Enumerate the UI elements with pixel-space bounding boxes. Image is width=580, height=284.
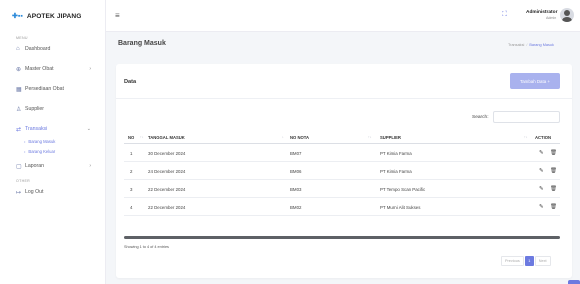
sidebar-item-master-obat[interactable]: ⊕ Master Obat › <box>0 62 105 76</box>
file-icon: ▢ <box>16 163 22 170</box>
breadcrumb: Transaksi / Barang Masuk <box>508 43 554 47</box>
cell-tanggal: 24 December 2024 <box>148 169 186 174</box>
cell-nota: BM07 <box>290 151 302 156</box>
scroll-top-button[interactable] <box>568 280 580 284</box>
cell-no: 3 <box>130 187 133 192</box>
edit-icon[interactable]: ✎ <box>539 186 544 192</box>
sidebar-item-label: Log Out <box>25 189 44 195</box>
sort-icon[interactable]: ↑↓ <box>140 135 144 139</box>
column-header-supplier[interactable]: SUPPLIER <box>380 135 401 140</box>
data-table: NO ↑↓ TANGGAL MASUK ↓ NO NOTA ↑↓ SUPPLIE… <box>124 131 560 216</box>
cell-no: 1 <box>130 151 133 156</box>
sidebar-item-transaksi[interactable]: ⇄ Transaksi ⌄ <box>0 122 105 136</box>
brand[interactable]: ✚▪▪ APOTEK JIPANG <box>0 0 105 32</box>
cell-nota: BM06 <box>290 169 302 174</box>
cell-tanggal: 22 December 2024 <box>148 205 186 210</box>
card-title: Data <box>124 79 137 85</box>
avatar[interactable] <box>560 8 574 22</box>
cell-nota: BM03 <box>290 187 302 192</box>
cell-supplier: PT Tempo Scan Pacific <box>380 187 426 192</box>
sidebar-subitem-barang-keluar[interactable]: Barang Keluar <box>0 146 105 156</box>
trash-icon[interactable]: 🗑 <box>550 186 557 192</box>
chevron-down-icon: ⌄ <box>86 126 91 132</box>
breadcrumb-item-current: Barang Masuk <box>529 43 554 47</box>
sidebar-item-label: Laporan <box>25 163 45 169</box>
column-header-no[interactable]: NO <box>128 135 134 140</box>
sidebar-item-label: Persediaan Obat <box>25 86 64 92</box>
box-icon: ▦ <box>16 86 22 93</box>
chevron-right-icon: › <box>89 66 91 72</box>
column-header-action: ACTION <box>535 135 552 140</box>
pharmacy-logo-icon: ✚▪▪ <box>12 13 23 20</box>
cell-supplier: PT Murni Alit Sukses <box>380 205 421 210</box>
trash-icon[interactable]: 🗑 <box>550 204 557 210</box>
search-label: Search: <box>472 115 489 120</box>
trash-icon[interactable]: 🗑 <box>550 150 557 156</box>
cell-tanggal: 22 December 2024 <box>148 187 186 192</box>
sort-icon[interactable]: ↓ <box>282 135 284 139</box>
breadcrumb-item-transaksi[interactable]: Transaksi <box>508 43 524 47</box>
cell-no: 2 <box>130 169 133 174</box>
edit-icon[interactable]: ✎ <box>539 168 544 174</box>
chevron-right-icon: › <box>89 163 91 169</box>
cell-supplier: PT Kimia Farma <box>380 151 412 156</box>
brand-name: APOTEK JIPANG <box>26 12 82 20</box>
fullscreen-icon[interactable]: ⛶ <box>502 11 507 19</box>
cell-nota: BM02 <box>290 205 302 210</box>
logout-icon: ↦ <box>16 189 22 196</box>
table-row: 1 30 December 2024 BM07 PT Kimia Farma ✎… <box>124 144 560 162</box>
home-icon: ⌂ <box>16 46 20 52</box>
search-input[interactable] <box>493 111 560 123</box>
sidebar-item-label: Master Obat <box>25 66 54 72</box>
edit-icon[interactable]: ✎ <box>539 150 544 156</box>
sidebar-item-supplier[interactable]: ♙ Supplier <box>0 102 105 116</box>
trash-icon[interactable]: 🗑 <box>550 168 557 174</box>
divider <box>116 98 572 99</box>
pagination: Previous 1 Next <box>501 256 551 266</box>
cell-no: 4 <box>130 205 133 210</box>
user-role: Admin <box>546 16 557 20</box>
hamburger-menu-icon[interactable]: ≡ <box>115 11 120 20</box>
sidebar-item-laporan[interactable]: ▢ Laporan › <box>0 159 105 173</box>
sidebar: ✚▪▪ APOTEK JIPANG MENU ⌂ Dashboard ⊕ Mas… <box>0 0 106 284</box>
cell-tanggal: 30 December 2024 <box>148 151 186 156</box>
table-row: 4 22 December 2024 BM02 PT Murni Alit Su… <box>124 198 560 216</box>
sidebar-item-label: Supplier <box>25 106 45 112</box>
page-1-button[interactable]: 1 <box>524 256 534 266</box>
sidebar-item-label: Dashboard <box>25 46 51 52</box>
sidebar-item-label: Transaksi <box>25 126 48 132</box>
horizontal-scrollbar[interactable] <box>124 236 560 239</box>
table-info: Showing 1 to 4 of 4 entries <box>124 245 169 249</box>
user-name[interactable]: Administrator <box>526 10 557 15</box>
add-data-button[interactable]: Tambah Data + <box>510 73 560 89</box>
page-title: Barang Masuk <box>118 40 166 47</box>
table-row: 2 24 December 2024 BM06 PT Kimia Farma ✎… <box>124 162 560 180</box>
column-header-tanggal-masuk[interactable]: TANGGAL MASUK <box>148 135 185 140</box>
topbar: ≡ ⛶ Administrator Admin <box>106 0 580 32</box>
table-header: NO ↑↓ TANGGAL MASUK ↓ NO NOTA ↑↓ SUPPLIE… <box>124 131 560 144</box>
sidebar-item-persediaan-obat[interactable]: ▦ Persediaan Obat <box>0 82 105 96</box>
data-card: Data Tambah Data + Search: NO ↑↓ TANGGAL… <box>116 64 572 278</box>
sidebar-item-logout[interactable]: ↦ Log Out <box>0 185 105 199</box>
previous-page-button[interactable]: Previous <box>501 256 524 266</box>
breadcrumb-separator: / <box>526 43 528 47</box>
cell-supplier: PT Kimia Farma <box>380 169 412 174</box>
exchange-icon: ⇄ <box>16 126 22 133</box>
column-header-no-nota[interactable]: NO NOTA <box>290 135 309 140</box>
sidebar-item-dashboard[interactable]: ⌂ Dashboard <box>0 42 105 56</box>
edit-icon[interactable]: ✎ <box>539 204 544 210</box>
sidebar-subitem-barang-masuk[interactable]: Barang Masuk <box>0 136 105 146</box>
user-icon: ♙ <box>16 106 22 113</box>
sort-icon[interactable]: ↑↓ <box>368 135 372 139</box>
table-row: 3 22 December 2024 BM03 PT Tempo Scan Pa… <box>124 180 560 198</box>
pill-icon: ⊕ <box>16 66 22 73</box>
sort-icon[interactable]: ↑↓ <box>524 135 528 139</box>
next-page-button[interactable]: Next <box>534 256 551 266</box>
